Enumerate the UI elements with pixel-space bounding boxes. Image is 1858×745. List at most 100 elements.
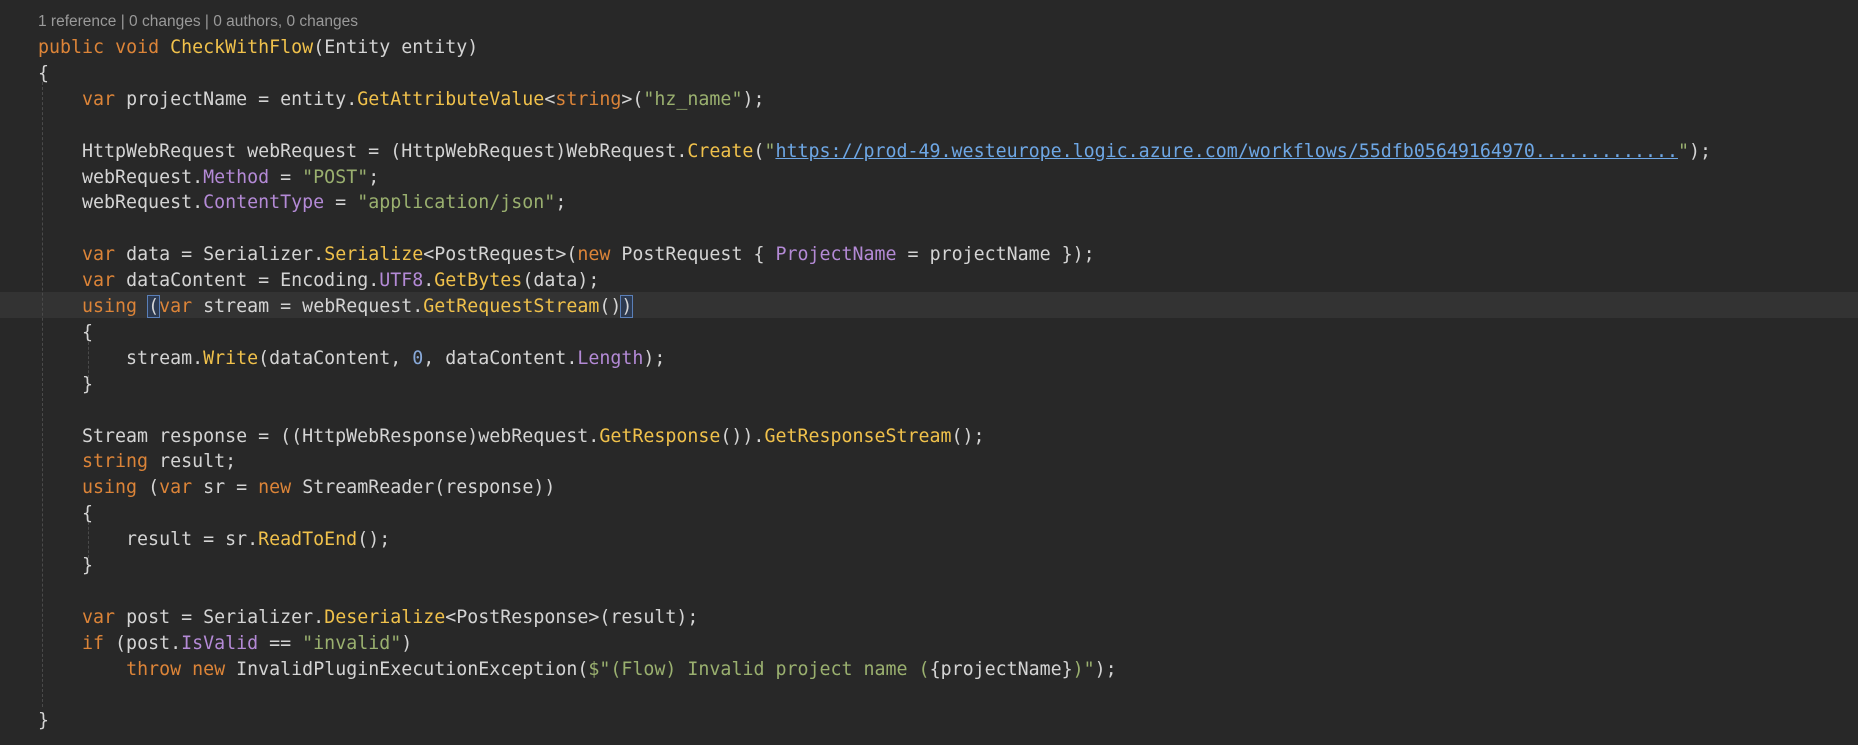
- code-line[interactable]: using (var stream = webRequest.GetReques…: [38, 294, 634, 320]
- code-token: Stream response = ((HttpWebResponse)webR…: [38, 425, 600, 447]
- code-line[interactable]: webRequest.ContentType = "application/js…: [38, 190, 566, 216]
- code-token: );: [742, 88, 765, 110]
- code-token: stream = webRequest.: [192, 296, 424, 317]
- code-token: var: [159, 296, 193, 317]
- url-link[interactable]: https://prod-49.westeurope.logic.azure.c…: [775, 141, 1678, 162]
- code-token: = projectName });: [896, 244, 1095, 266]
- code-line[interactable]: HttpWebRequest webRequest = (HttpWebRequ…: [38, 139, 1711, 165]
- code-line[interactable]: var projectName = entity.GetAttributeVal…: [38, 87, 764, 113]
- code-token: GetRequestStream: [423, 296, 600, 317]
- code-token: var: [82, 606, 116, 628]
- code-line[interactable]: var data = Serializer.Serialize<PostRequ…: [38, 242, 1095, 268]
- code-token: ()).: [720, 425, 765, 447]
- code-line[interactable]: {: [38, 501, 93, 527]
- code-line[interactable]: string result;: [38, 449, 236, 475]
- code-token: GetAttributeValue: [357, 88, 545, 110]
- code-token: throw: [126, 658, 182, 680]
- code-token: void: [115, 37, 160, 58]
- code-line[interactable]: var post = Serializer.Deserialize<PostRe…: [38, 605, 698, 631]
- code-token: {: [38, 321, 94, 343]
- code-line[interactable]: {: [38, 320, 93, 346]
- code-token: result;: [148, 451, 237, 473]
- code-token: UTF8: [379, 270, 424, 292]
- code-token: (dataContent,: [258, 347, 413, 369]
- code-token: =: [269, 166, 303, 188]
- code-line[interactable]: using (var sr = new StreamReader(respons…: [38, 475, 555, 501]
- code-line[interactable]: if (post.IsValid == "invalid"): [38, 631, 412, 657]
- code-token: ==: [258, 632, 303, 654]
- code-line[interactable]: public void CheckWithFlow(Entity entity): [38, 35, 478, 61]
- code-token: $"(Flow) Invalid project name (: [588, 658, 930, 680]
- code-token: (Entity entity): [313, 37, 479, 58]
- code-token: IsValid: [181, 632, 259, 654]
- code-token: PostRequest {: [610, 244, 776, 266]
- code-token: Length: [577, 347, 644, 369]
- code-token: ();: [951, 425, 985, 447]
- code-line[interactable]: throw new InvalidPluginExecutionExceptio…: [38, 657, 1117, 683]
- code-token: >(: [621, 88, 644, 110]
- code-token: ();: [357, 529, 391, 551]
- code-line[interactable]: }: [38, 372, 93, 398]
- code-token: sr =: [192, 477, 259, 499]
- code-token: <: [544, 88, 556, 110]
- code-line[interactable]: }: [38, 708, 49, 734]
- code-token: {projectName}: [929, 658, 1073, 680]
- code-token: ;: [368, 166, 380, 188]
- code-token: var: [82, 88, 116, 110]
- code-token: , dataContent.: [423, 347, 578, 369]
- code-line[interactable]: }: [38, 553, 93, 579]
- code-line[interactable]: webRequest.Method = "POST";: [38, 165, 379, 191]
- code-token: new: [577, 244, 611, 266]
- code-token: =: [324, 192, 358, 214]
- code-token: GetBytes: [434, 270, 523, 292]
- code-editor[interactable]: 1 reference | 0 changes | 0 authors, 0 c…: [0, 0, 1858, 745]
- code-token: (post.: [104, 632, 182, 654]
- code-token: new: [258, 477, 292, 499]
- code-token: using: [82, 477, 138, 499]
- code-token: data = Serializer.: [115, 244, 325, 266]
- code-token: ): [620, 295, 634, 318]
- code-token: (): [599, 296, 622, 317]
- code-line[interactable]: Stream response = ((HttpWebResponse)webR…: [38, 424, 985, 450]
- code-line[interactable]: result = sr.ReadToEnd();: [38, 527, 390, 553]
- code-token: post = Serializer.: [115, 606, 325, 628]
- code-token: {: [38, 62, 50, 84]
- code-token: stream.: [38, 347, 204, 369]
- code-token: StreamReader(response)): [291, 477, 556, 499]
- code-token: "application/json": [357, 192, 556, 214]
- code-token: string: [82, 451, 149, 473]
- code-token: (: [137, 477, 160, 499]
- code-token: GetResponse: [599, 425, 721, 447]
- code-token: using: [82, 296, 138, 317]
- code-token: }: [38, 555, 94, 576]
- code-token: GetResponseStream: [764, 425, 952, 447]
- code-token: var: [82, 244, 116, 266]
- code-token: public: [38, 37, 105, 58]
- codelens-info[interactable]: 1 reference | 0 changes | 0 authors, 0 c…: [38, 11, 358, 33]
- code-token: {: [38, 503, 94, 525]
- code-token: );: [643, 347, 666, 369]
- code-token: dataContent = Encoding.: [115, 270, 380, 292]
- code-token: Create: [687, 140, 754, 162]
- code-token: projectName = entity.: [115, 88, 358, 110]
- code-token: ): [401, 632, 413, 654]
- code-token: Deserialize: [324, 606, 446, 628]
- code-token: if: [82, 632, 105, 654]
- code-token: ContentType: [203, 192, 325, 214]
- code-line[interactable]: stream.Write(dataContent, 0, dataContent…: [38, 346, 665, 372]
- code-token: "hz_name": [643, 88, 743, 110]
- code-token: }: [38, 710, 50, 732]
- code-token: "POST": [302, 166, 369, 188]
- code-line[interactable]: var dataContent = Encoding.UTF8.GetBytes…: [38, 268, 599, 294]
- code-line[interactable]: {: [38, 61, 49, 87]
- code-token: "invalid": [302, 632, 402, 654]
- code-token: Method: [203, 166, 270, 188]
